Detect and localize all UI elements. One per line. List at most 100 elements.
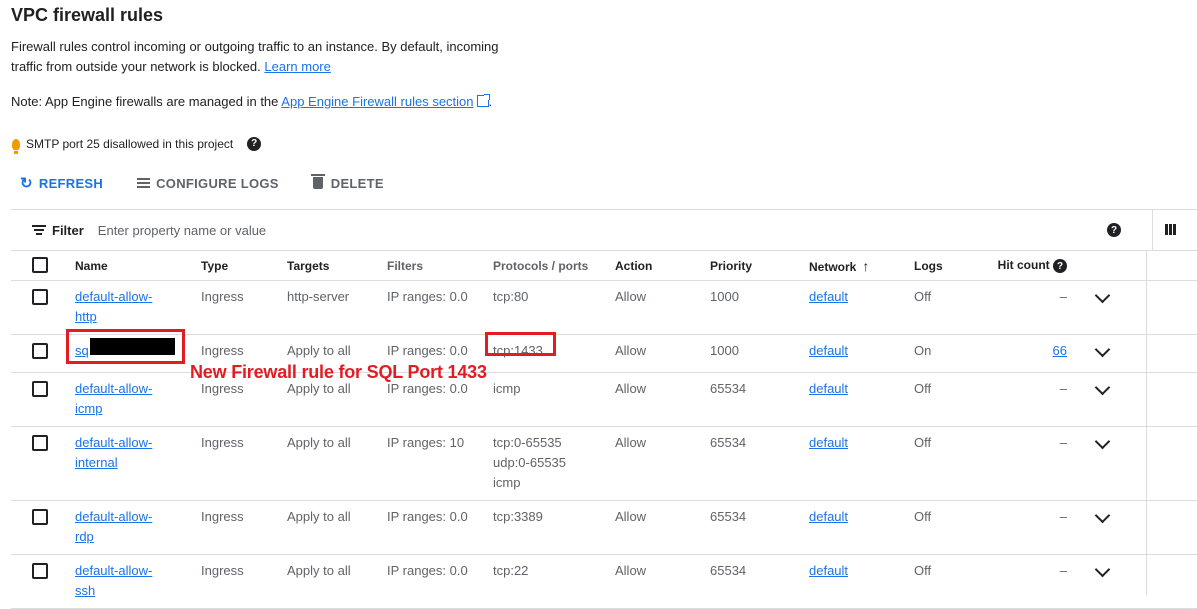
table-row[interactable]: default-allow-ssh Ingress Apply to all IP r… (11, 554, 1197, 609)
column-header-extra (1067, 250, 1197, 281)
table-row[interactable]: default-allow-http Ingress http-server IP r… (11, 280, 1197, 335)
chevron-down-icon[interactable] (1094, 561, 1111, 578)
select-all-checkbox[interactable] (32, 257, 48, 273)
rule-name-link[interactable]: default-allow- (75, 563, 152, 578)
row-checkbox[interactable] (32, 509, 48, 525)
rule-name-link-cont[interactable]: http (75, 309, 97, 324)
row-select (11, 426, 75, 501)
row-checkbox[interactable] (32, 563, 48, 579)
rule-name-link[interactable]: default-allow- (75, 435, 152, 450)
column-header-logs[interactable]: Logs (914, 250, 977, 281)
sort-ascending-icon[interactable]: ↑ (862, 258, 869, 274)
protocol-port: icmp (493, 381, 521, 396)
rule-priority: 1000 (710, 280, 809, 335)
delete-button[interactable]: DELETE (310, 174, 384, 191)
row-expand (1067, 334, 1197, 373)
rule-logs: On (914, 334, 977, 373)
column-header-priority[interactable]: Priority (710, 250, 809, 281)
divider (1152, 210, 1153, 251)
rule-network-link[interactable]: default (809, 343, 848, 358)
column-header-targets[interactable]: Targets (287, 250, 387, 281)
column-header-network[interactable]: Network ↑ (809, 250, 914, 281)
row-checkbox[interactable] (32, 289, 48, 305)
help-icon[interactable]: ? (1107, 223, 1121, 237)
configure-logs-label: CONFIGURE LOGS (156, 175, 279, 191)
table-row[interactable]: sq Ingress Apply to all IP ranges: 0.0 tcp:1… (11, 334, 1197, 373)
rule-hit-count: – (1059, 563, 1067, 578)
rule-network-link[interactable]: default (809, 381, 848, 396)
rule-network-link[interactable]: default (809, 435, 848, 450)
column-display-icon[interactable] (1165, 224, 1176, 235)
rule-name-link[interactable]: default-allow- (75, 381, 152, 396)
column-header-name[interactable]: Name (75, 250, 201, 281)
rule-hit-count: – (1059, 289, 1067, 304)
protocol-port: tcp:0-65535 (493, 435, 562, 450)
table-row[interactable]: default-allow-rdp Ingress Apply to all IP r… (11, 500, 1197, 555)
table-row[interactable]: default-allow-icmp Ingress Apply to all IP … (11, 372, 1197, 427)
rule-name-cell: default-allow-icmp (75, 372, 201, 427)
rule-network-link[interactable]: default (809, 509, 848, 524)
chevron-down-icon[interactable] (1094, 379, 1111, 396)
row-expand (1067, 426, 1197, 501)
description-text: Firewall rules control incoming or outgo… (11, 39, 499, 74)
trash-icon (310, 174, 325, 189)
chevron-down-icon[interactable] (1094, 507, 1111, 524)
rule-name-link-cont[interactable]: icmp (75, 401, 102, 416)
configure-logs-button[interactable]: CONFIGURE LOGS (137, 176, 279, 191)
rule-priority: 1000 (710, 334, 809, 373)
rule-name-cell: default-allow-rdp (75, 500, 201, 555)
column-header-filters[interactable]: Filters (387, 250, 493, 281)
smtp-notice-text: SMTP port 25 disallowed in this project (26, 137, 234, 151)
rule-filters: IP ranges: 0.0 (387, 280, 493, 335)
rule-logs: Off (914, 372, 977, 427)
rule-name-link-cont[interactable]: internal (75, 455, 118, 470)
row-expand (1067, 554, 1197, 609)
table-row[interactable]: default-allow-internal Ingress Apply to al… (11, 426, 1197, 501)
rule-action: Allow (615, 334, 710, 373)
rule-name-link-cont[interactable]: ssh (75, 583, 95, 598)
column-header-action[interactable]: Action (615, 250, 710, 281)
rule-hit-count: – (1059, 381, 1067, 396)
learn-more-link[interactable]: Learn more (264, 59, 330, 74)
rule-logs: Off (914, 426, 977, 501)
rule-protocols: tcp:3389 (493, 500, 615, 555)
chevron-down-icon[interactable] (1094, 287, 1111, 304)
row-checkbox[interactable] (32, 381, 48, 397)
network-header-label: Network (809, 259, 857, 274)
chevron-down-icon[interactable] (1094, 433, 1111, 450)
row-expand (1067, 372, 1197, 427)
rule-hit-count[interactable]: 66 (1053, 343, 1067, 358)
column-header-type[interactable]: Type (201, 250, 287, 281)
rule-logs: Off (914, 280, 977, 335)
refresh-button[interactable]: ↻ REFRESH (20, 174, 103, 192)
column-header-protocols[interactable]: Protocols / ports (493, 250, 615, 281)
protocol-port: udp:0-65535 (493, 455, 567, 470)
rule-network-link[interactable]: default (809, 289, 848, 304)
lightbulb-icon (12, 138, 20, 154)
row-checkbox[interactable] (32, 435, 48, 451)
column-header-hit-count[interactable]: Hit count ? (977, 250, 1067, 281)
chevron-down-icon[interactable] (1094, 341, 1111, 358)
rule-targets: Apply to all (287, 426, 387, 501)
help-icon[interactable]: ? (247, 137, 262, 151)
rule-name-link-cont[interactable]: rdp (75, 529, 94, 544)
app-engine-firewall-link[interactable]: App Engine Firewall rules section (281, 94, 473, 109)
row-checkbox[interactable] (32, 343, 48, 359)
rule-name-cell: default-allow-ssh (75, 554, 201, 609)
rule-name-link[interactable]: default-allow- (75, 289, 152, 304)
firewall-rules-table: Name Type Targets Filters Protocols / po… (11, 250, 1197, 609)
rule-network-cell: default (809, 280, 914, 335)
rule-name-link[interactable]: default-allow- (75, 509, 152, 524)
page-description: Firewall rules control incoming or outgo… (11, 37, 521, 77)
rule-hit-count-cell: – (977, 372, 1067, 427)
rule-network-link[interactable]: default (809, 563, 848, 578)
filter-input[interactable] (97, 223, 398, 238)
row-select (11, 372, 75, 427)
hit-count-header-label: Hit count (997, 257, 1050, 272)
help-icon[interactable]: ? (1053, 259, 1067, 274)
row-select (11, 280, 75, 335)
select-all-header (11, 250, 75, 281)
rule-targets: Apply to all (287, 554, 387, 609)
annotation-text: New Firewall rule for SQL Port 1433 (190, 362, 487, 382)
app-engine-note: Note: App Engine firewalls are managed i… (11, 92, 492, 112)
